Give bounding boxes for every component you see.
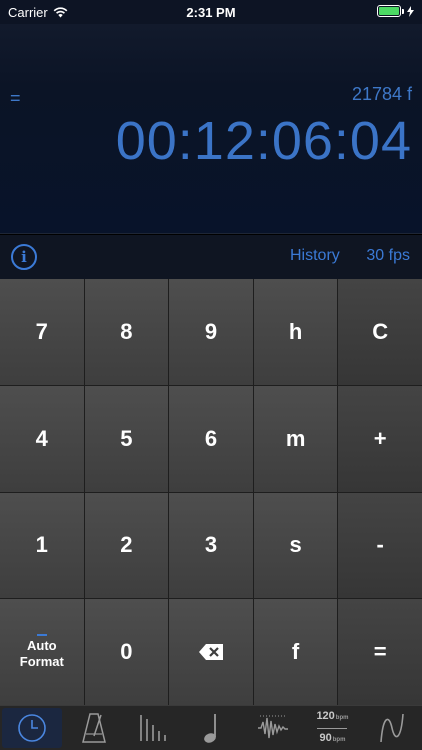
key-7[interactable]: 7	[0, 279, 84, 385]
status-bar: Carrier 2:31 PM	[0, 0, 422, 24]
tab-frequency[interactable]	[123, 706, 183, 750]
key-4[interactable]: 4	[0, 385, 84, 492]
key-clear[interactable]: C	[338, 279, 422, 385]
key-8[interactable]: 8	[84, 279, 169, 385]
timecode-display: = 21784 f 00:12:06:04	[0, 24, 422, 234]
waveform-icon	[257, 715, 288, 739]
history-button[interactable]: History	[290, 247, 340, 265]
auto-format-label-2: Format	[19, 654, 64, 670]
keypad: 7 8 9 h C 4 5 6 m + 1 2 3 s - Auto Forma…	[0, 279, 422, 705]
auto-format-label-1: Auto	[26, 638, 57, 654]
key-equals[interactable]: =	[338, 599, 422, 705]
tab-curve[interactable]	[362, 706, 422, 750]
music-note-icon	[204, 714, 216, 743]
tab-bpm[interactable]: 120bpm 90bpm	[303, 706, 363, 750]
backspace-icon	[198, 644, 223, 661]
frequency-bars-icon	[140, 715, 167, 741]
clock-icon	[18, 714, 46, 742]
battery-icon	[377, 5, 414, 17]
key-minus[interactable]: -	[338, 492, 422, 599]
frame-count: 21784 f	[351, 84, 412, 104]
fps-button[interactable]: 30 fps	[366, 247, 410, 265]
key-minutes[interactable]: m	[253, 385, 338, 492]
wifi-icon	[53, 6, 68, 17]
carrier-label: Carrier	[8, 4, 48, 20]
bpm-top: 120bpm	[316, 709, 349, 722]
key-backspace[interactable]	[169, 599, 253, 705]
charging-icon	[407, 5, 414, 17]
key-0[interactable]: 0	[84, 599, 169, 705]
curve-icon	[380, 713, 404, 743]
tab-bar: 120bpm 90bpm	[0, 705, 422, 750]
timecode-value: 00:12:06:04	[115, 111, 412, 171]
tab-timecode[interactable]	[2, 708, 62, 748]
key-2[interactable]: 2	[84, 492, 169, 599]
info-bar: i History 30 fps	[0, 235, 422, 279]
key-9[interactable]: 9	[169, 279, 253, 385]
key-plus[interactable]: +	[338, 385, 422, 492]
key-frames[interactable]: f	[253, 599, 338, 705]
key-seconds[interactable]: s	[253, 492, 338, 599]
equals-indicator: =	[10, 88, 21, 108]
carrier-group: Carrier	[8, 5, 68, 20]
auto-format-button[interactable]: Auto Format	[0, 599, 84, 705]
key-hours[interactable]: h	[253, 279, 338, 385]
info-icon[interactable]: i	[11, 244, 37, 270]
bpm-divider	[317, 727, 348, 729]
bpm-bottom: 90bpm	[319, 731, 346, 744]
tab-waveform[interactable]	[243, 706, 303, 750]
key-1[interactable]: 1	[0, 492, 84, 599]
auto-format-indicator	[36, 634, 47, 637]
key-6[interactable]: 6	[169, 385, 253, 492]
tab-metronome[interactable]	[64, 706, 124, 750]
key-3[interactable]: 3	[169, 492, 253, 599]
metronome-icon	[81, 713, 106, 743]
tab-note[interactable]	[183, 706, 243, 750]
key-5[interactable]: 5	[84, 385, 169, 492]
